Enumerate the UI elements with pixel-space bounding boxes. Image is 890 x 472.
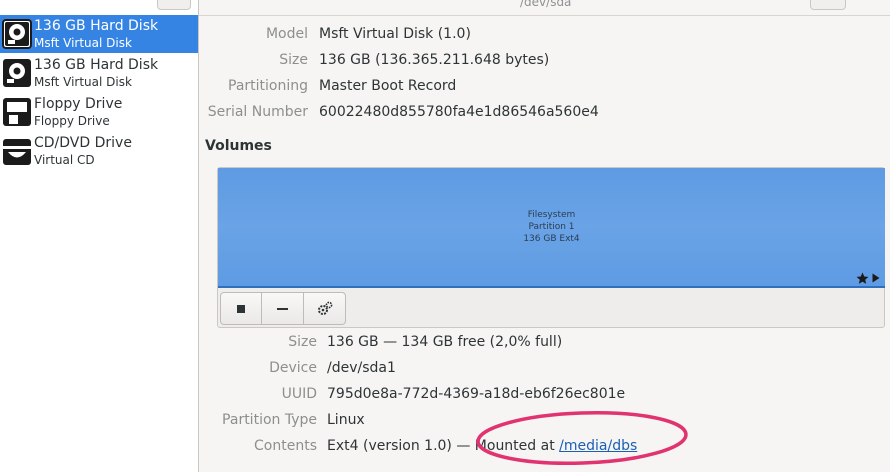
optical-drive-icon [3,139,31,165]
partition-size-value: 136 GB — 134 GB free (2,0% full) [327,334,563,350]
drive-sidebar: 136 GB Hard Disk Msft Virtual Disk 136 G… [0,0,199,472]
volumes-heading: Volumes [205,138,272,154]
partition-size-text: 136 GB Ext4 [523,234,580,244]
contents-label: Contents [254,438,317,454]
highlight-annotation [476,411,688,465]
partitioning-value: Master Boot Record [319,78,457,94]
stop-button[interactable] [220,292,262,325]
partition-type-value: Linux [327,412,365,428]
sidebar-item-optical[interactable]: CD/DVD Drive Virtual CD [0,132,198,170]
partition-name-text: Partition 1 [528,222,575,232]
stop-icon [237,304,245,313]
partitioning-label: Partitioning [228,78,308,94]
drive-title: Floppy Drive [34,96,123,112]
drive-title: 136 GB Hard Disk [34,18,159,34]
sidebar-item-hard-disk-2[interactable]: 136 GB Hard Disk Msft Virtual Disk [0,54,198,92]
sidebar-item-hard-disk-1[interactable]: 136 GB Hard Disk Msft Virtual Disk [0,15,198,53]
drive-subtitle: Msft Virtual Disk [34,36,132,50]
floppy-icon [3,98,31,126]
uuid-value: 795d0e8a-772d-4369-a18d-eb6f26ec801e [327,386,626,402]
sidebar-item-floppy[interactable]: Floppy Drive Floppy Drive [0,93,198,131]
remove-partition-button[interactable] [262,292,304,325]
drive-subtitle: Msft Virtual Disk [34,75,132,89]
drive-title: CD/DVD Drive [34,135,132,151]
size-value: 136 GB (136.365.211.648 bytes) [319,52,550,68]
drive-subtitle: Virtual CD [34,153,95,167]
window-title: /dev/sda [520,0,572,9]
partition-settings-button[interactable] [304,292,346,325]
size-label: Size [279,52,308,68]
model-value: Msft Virtual Disk (1.0) [319,26,471,42]
drive-subtitle: Floppy Drive [34,114,110,128]
partition-block[interactable]: Filesystem Partition 1 136 GB Ext4 [218,168,885,288]
model-label: Model [265,26,308,42]
hard-disk-icon [2,19,32,49]
partition-toolbar [220,292,346,325]
partition-size-label: Size [288,334,317,350]
serial-value: 60022480d855780fa4e1d86546a560e4 [319,104,599,120]
star-icon [856,272,869,284]
device-value: /dev/sda1 [327,360,396,376]
partition-type-text: Filesystem [527,210,576,220]
menu-button[interactable] [810,0,846,10]
sidebar-top-button[interactable] [157,0,191,10]
drive-title: 136 GB Hard Disk [34,57,159,73]
gears-icon [317,301,332,315]
device-label: Device [269,360,317,376]
partition-type-label: Partition Type [222,412,317,428]
serial-label: Serial Number [207,104,308,120]
hard-disk-icon [3,59,31,87]
uuid-label: UUID [281,386,317,402]
play-arrow-icon [872,273,880,283]
minus-icon [276,307,288,310]
